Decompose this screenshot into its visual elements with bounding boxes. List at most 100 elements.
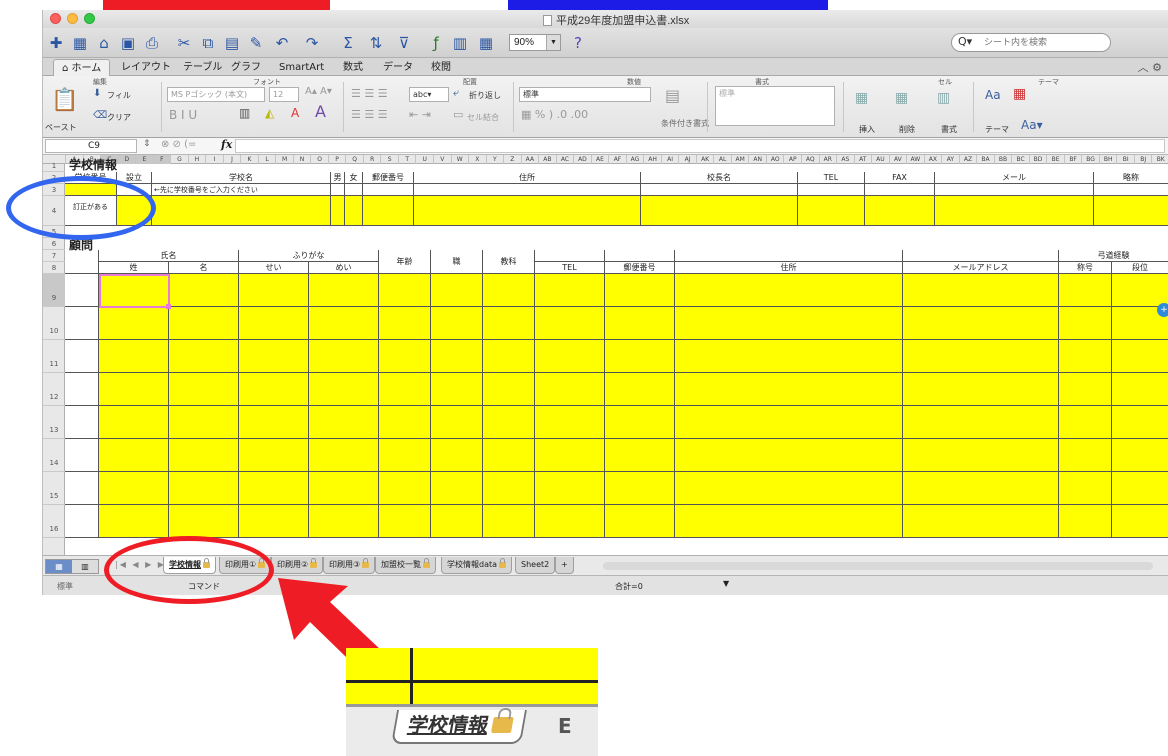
advisor-input-cell[interactable] bbox=[309, 373, 379, 406]
advisor-input-cell[interactable] bbox=[903, 472, 1059, 505]
advisor-input-cell[interactable] bbox=[903, 406, 1059, 439]
theme-fonts-icon[interactable]: Aa bbox=[985, 88, 1001, 102]
column-header[interactable]: AA bbox=[520, 155, 539, 164]
font-name-select[interactable]: MS Pゴシック (本文) bbox=[167, 87, 265, 102]
school-correction-input[interactable] bbox=[331, 196, 345, 226]
page-layout-view-icon[interactable]: ▥ bbox=[72, 560, 98, 573]
new-document-icon[interactable]: ✚ bbox=[45, 32, 67, 54]
normal-view-icon[interactable]: ▦ bbox=[46, 560, 72, 573]
advisor-input-cell[interactable] bbox=[1112, 373, 1168, 406]
column-header[interactable]: AC bbox=[555, 155, 574, 164]
sheet-search[interactable]: Q▾ bbox=[951, 33, 1111, 52]
advisor-input-cell[interactable] bbox=[605, 274, 675, 307]
advisor-input-cell[interactable] bbox=[169, 307, 239, 340]
school-row-cell[interactable] bbox=[363, 184, 414, 196]
column-header[interactable]: AO bbox=[765, 155, 784, 164]
autosum-icon[interactable]: Σ bbox=[337, 32, 359, 54]
school-row-cell[interactable] bbox=[331, 184, 345, 196]
advisor-input-cell[interactable] bbox=[379, 274, 431, 307]
redo-icon[interactable]: ↷ bbox=[301, 32, 323, 54]
zoom-select[interactable]: 90% ▼ bbox=[509, 34, 561, 51]
advisor-input-cell[interactable] bbox=[483, 472, 535, 505]
clear-button[interactable]: クリア bbox=[107, 112, 131, 123]
advisor-input-cell[interactable] bbox=[431, 340, 483, 373]
advisor-input-cell[interactable] bbox=[605, 307, 675, 340]
advisor-input-cell[interactable] bbox=[1059, 472, 1112, 505]
advisor-input-cell[interactable] bbox=[675, 307, 903, 340]
advisor-input-cell[interactable] bbox=[169, 274, 239, 307]
name-box[interactable]: C9 bbox=[45, 139, 137, 153]
tab-formulas[interactable]: 数式 bbox=[335, 59, 371, 76]
advisor-input-cell[interactable] bbox=[1112, 505, 1168, 538]
column-header[interactable]: AY bbox=[941, 155, 959, 164]
themes-button[interactable]: テーマ bbox=[985, 124, 1009, 135]
sort-icon[interactable]: ⇅ bbox=[365, 32, 387, 54]
advisor-input-cell[interactable] bbox=[99, 505, 169, 538]
column-header[interactable]: AM bbox=[730, 155, 749, 164]
column-header[interactable]: AP bbox=[783, 155, 801, 164]
advisor-input-cell[interactable] bbox=[535, 439, 605, 472]
advisor-input-cell[interactable] bbox=[675, 274, 903, 307]
column-header[interactable]: AJ bbox=[678, 155, 696, 164]
vertical-align-icon[interactable]: ☰ ☰ ☰ bbox=[351, 87, 388, 100]
column-header[interactable]: AD bbox=[573, 155, 591, 164]
school-correction-input[interactable] bbox=[1094, 196, 1168, 226]
formula-input[interactable] bbox=[235, 139, 1165, 153]
advisor-input-cell[interactable] bbox=[169, 406, 239, 439]
column-header[interactable]: BF bbox=[1063, 155, 1082, 164]
column-header[interactable]: X bbox=[468, 155, 486, 164]
advisor-input-cell[interactable] bbox=[675, 373, 903, 406]
advisor-input-cell[interactable] bbox=[379, 406, 431, 439]
advisor-input-cell[interactable] bbox=[379, 340, 431, 373]
column-header[interactable]: S bbox=[380, 155, 398, 164]
expand-panel-icon[interactable]: + bbox=[1157, 303, 1168, 317]
advisor-input-cell[interactable] bbox=[605, 505, 675, 538]
advisor-input-cell[interactable] bbox=[379, 307, 431, 340]
advisor-input-cell[interactable] bbox=[379, 439, 431, 472]
insert-function-icon[interactable]: fx bbox=[221, 138, 232, 151]
column-header[interactable]: BD bbox=[1028, 155, 1047, 164]
advisor-input-cell[interactable] bbox=[239, 274, 309, 307]
column-header[interactable]: AU bbox=[871, 155, 889, 164]
row-header[interactable]: 15 bbox=[43, 472, 65, 505]
insert-button[interactable]: 挿入 bbox=[859, 124, 875, 135]
column-header[interactable]: AZ bbox=[958, 155, 977, 164]
column-header[interactable]: AG bbox=[625, 155, 644, 164]
advisor-input-cell[interactable] bbox=[535, 340, 605, 373]
column-header[interactable]: BG bbox=[1081, 155, 1099, 164]
column-header[interactable]: Q bbox=[345, 155, 363, 164]
advisor-input-cell[interactable] bbox=[1059, 373, 1112, 406]
row-header[interactable]: 9 bbox=[43, 274, 65, 307]
column-header[interactable]: AR bbox=[818, 155, 837, 164]
column-header[interactable]: BB bbox=[993, 155, 1012, 164]
column-header[interactable]: H bbox=[187, 155, 206, 164]
advisor-input-cell[interactable] bbox=[309, 406, 379, 439]
advisor-input-cell[interactable] bbox=[379, 505, 431, 538]
conditional-format-button[interactable]: 条件付き書式 bbox=[661, 118, 709, 129]
formula-builder-icon[interactable]: ƒ bbox=[425, 32, 447, 54]
column-header[interactable]: K bbox=[240, 155, 258, 164]
column-header[interactable]: BH bbox=[1098, 155, 1117, 164]
theme-colors-icon[interactable]: ▦ bbox=[1013, 86, 1026, 102]
toolbox-icon[interactable]: ▦ bbox=[475, 32, 497, 54]
wrap-text-icon[interactable]: ⤶ bbox=[453, 86, 459, 100]
column-header[interactable]: Z bbox=[503, 155, 521, 164]
bold-italic-underline-icon[interactable]: B I U bbox=[169, 108, 197, 122]
column-header[interactable]: BA bbox=[976, 155, 994, 164]
advisor-input-cell[interactable] bbox=[903, 274, 1059, 307]
minimize-window-button[interactable] bbox=[67, 13, 78, 24]
column-header[interactable]: AN bbox=[748, 155, 766, 164]
column-header[interactable]: Y bbox=[485, 155, 504, 164]
fill-icon[interactable]: ⬇ bbox=[93, 88, 101, 99]
row-header[interactable]: 8 bbox=[43, 262, 65, 274]
advisor-input-cell[interactable] bbox=[483, 307, 535, 340]
column-header[interactable]: AQ bbox=[801, 155, 819, 164]
column-header[interactable]: G bbox=[170, 155, 188, 164]
advisor-input-cell[interactable] bbox=[309, 439, 379, 472]
add-sheet-button[interactable]: + bbox=[555, 557, 574, 574]
column-header[interactable]: L bbox=[257, 155, 276, 164]
advisor-input-cell[interactable] bbox=[605, 472, 675, 505]
advisor-input-cell[interactable] bbox=[483, 274, 535, 307]
advisor-input-cell[interactable] bbox=[675, 340, 903, 373]
sheet-tab[interactable]: 学校情報data bbox=[441, 557, 513, 574]
